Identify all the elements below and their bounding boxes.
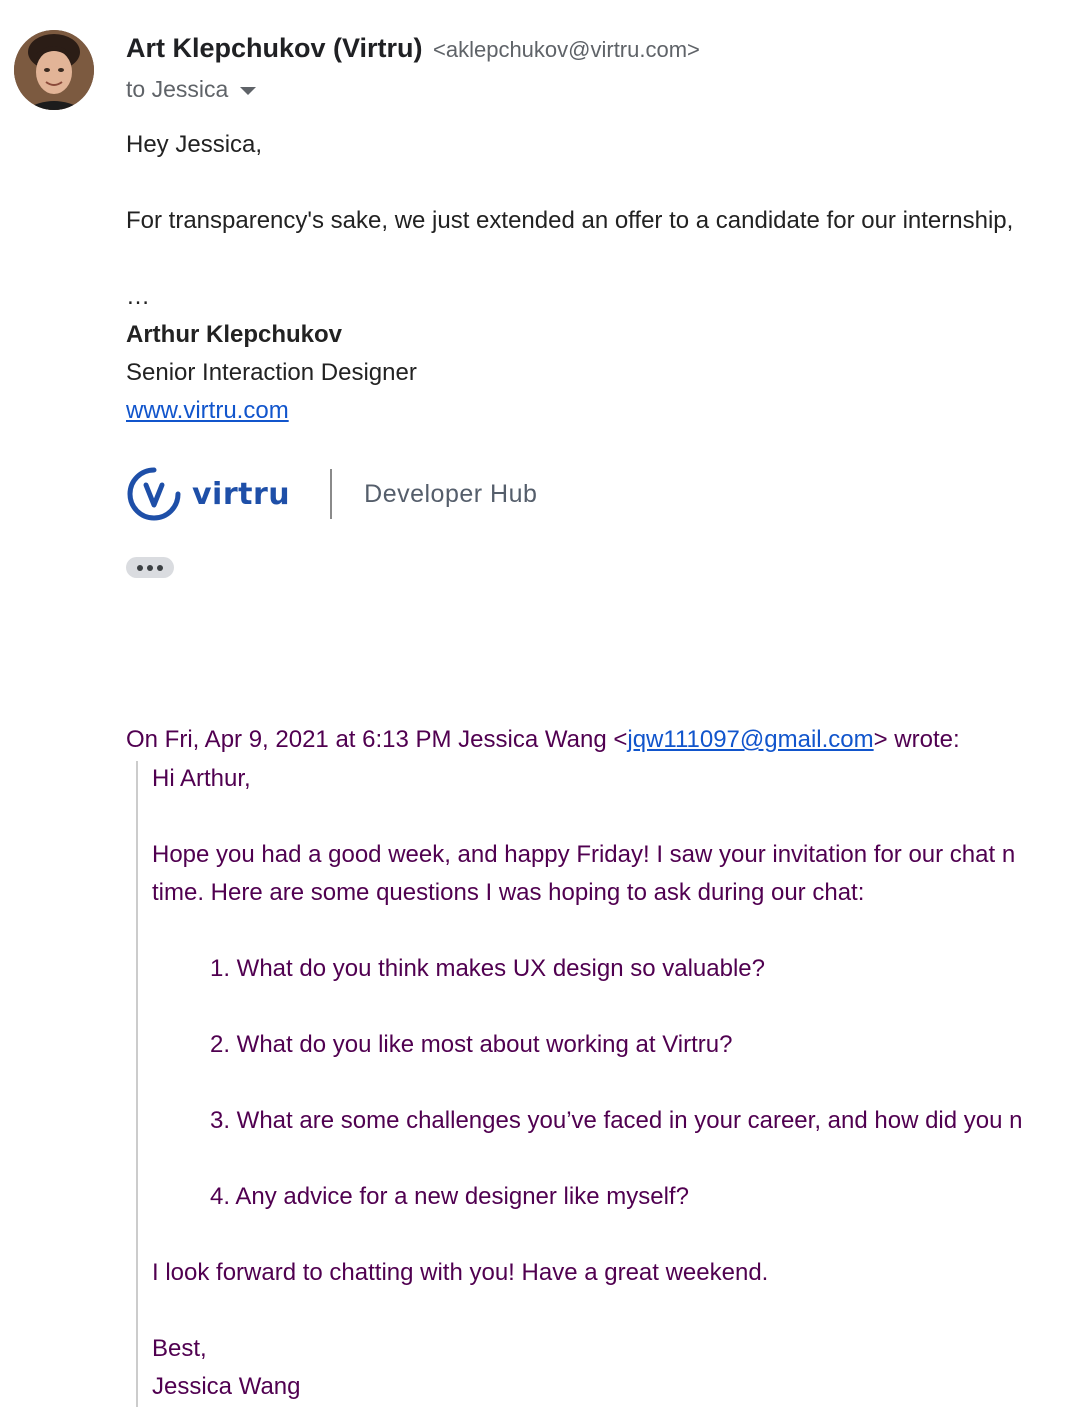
virtru-logo-mark: [127, 467, 181, 521]
question-item: 2. What do you like most about working a…: [210, 1031, 733, 1058]
sender-name[interactable]: Art Klepchukov (Virtru): [126, 33, 423, 64]
more-horizontal-icon[interactable]: [126, 557, 174, 578]
quoted-paragraph-line: Hope you had a good week, and happy Frid…: [152, 841, 1016, 868]
logo-subtitle: Developer Hub: [364, 479, 538, 508]
quoted-header-prefix: On Fri, Apr 9, 2021 at 6:13 PM Jessica W…: [126, 726, 628, 753]
message-line: For transparency's sake, we just extende…: [126, 207, 1014, 234]
quoted-email-link[interactable]: jqw111097@gmail.com: [627, 726, 873, 753]
quoted-signoff: Best,: [152, 1335, 207, 1362]
signature-name: Arthur Klepchukov: [126, 321, 343, 348]
quoted-closing: I look forward to chatting with you! Hav…: [152, 1259, 769, 1286]
message-greeting: Hey Jessica,: [126, 131, 263, 158]
virtru-logo[interactable]: virtru Developer Hub: [126, 466, 537, 522]
quoted-header: On Fri, Apr 9, 2021 at 6:13 PM Jessica W…: [126, 726, 960, 754]
chevron-down-icon[interactable]: [240, 86, 257, 95]
recipient-details[interactable]: to Jessica: [126, 76, 257, 103]
trimmed-ellipsis: …: [126, 283, 150, 310]
question-item: 1. What do you think makes UX design so …: [210, 955, 765, 982]
quote-bar: [136, 761, 138, 1407]
signature-website-link[interactable]: www.virtru.com: [126, 397, 289, 425]
recipient-label: to Jessica: [126, 76, 229, 102]
quoted-paragraph-line: time. Here are some questions I was hopi…: [152, 879, 865, 906]
quoted-greeting: Hi Arthur,: [152, 765, 251, 792]
sender-email: <aklepchukov@virtru.com>: [433, 37, 700, 62]
quoted-header-suffix: > wrote:: [873, 726, 960, 753]
logo-wordmark: virtru: [192, 476, 291, 512]
logo-divider: [330, 469, 333, 519]
signature-title: Senior Interaction Designer: [126, 359, 417, 386]
quoted-signer: Jessica Wang: [152, 1373, 301, 1400]
question-item: 3. What are some challenges you’ve faced…: [210, 1107, 1023, 1134]
question-item: 4. Any advice for a new designer like my…: [210, 1183, 689, 1210]
sender-avatar[interactable]: [14, 30, 94, 110]
